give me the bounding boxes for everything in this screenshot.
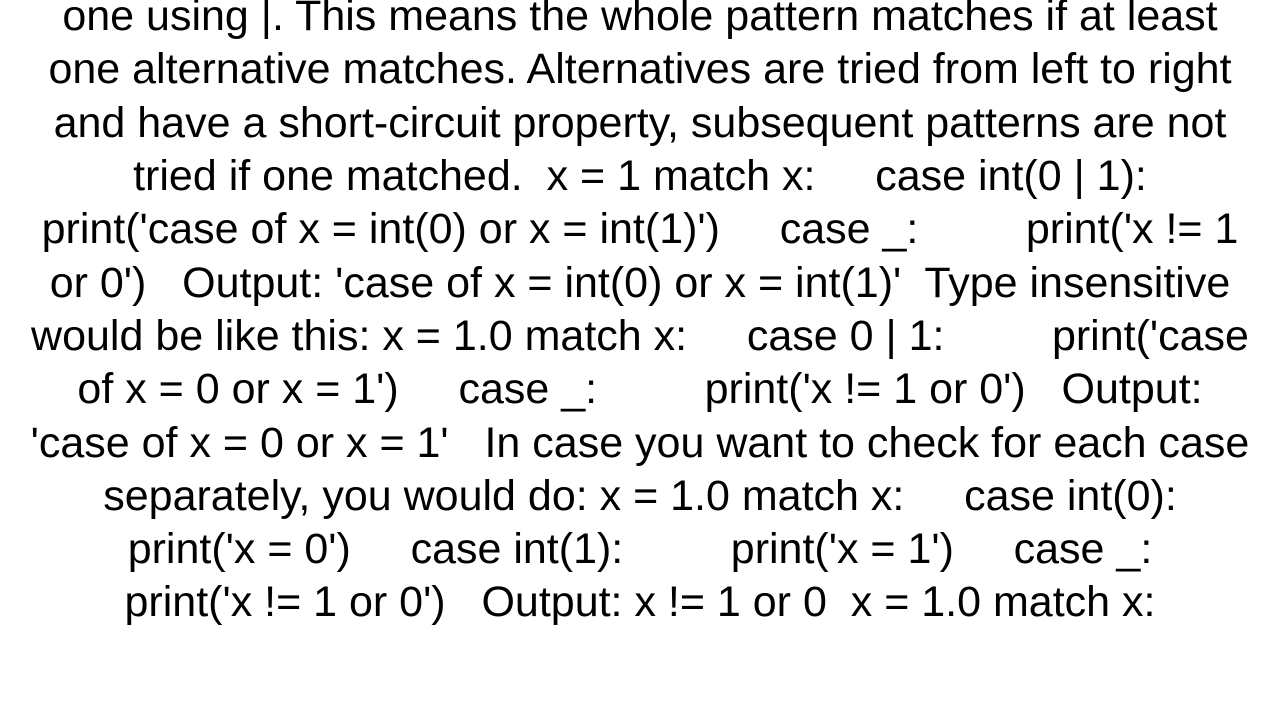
document-viewport: one using |. This means the whole patter… [0,0,1280,720]
document-body-text: one using |. This means the whole patter… [30,0,1250,630]
